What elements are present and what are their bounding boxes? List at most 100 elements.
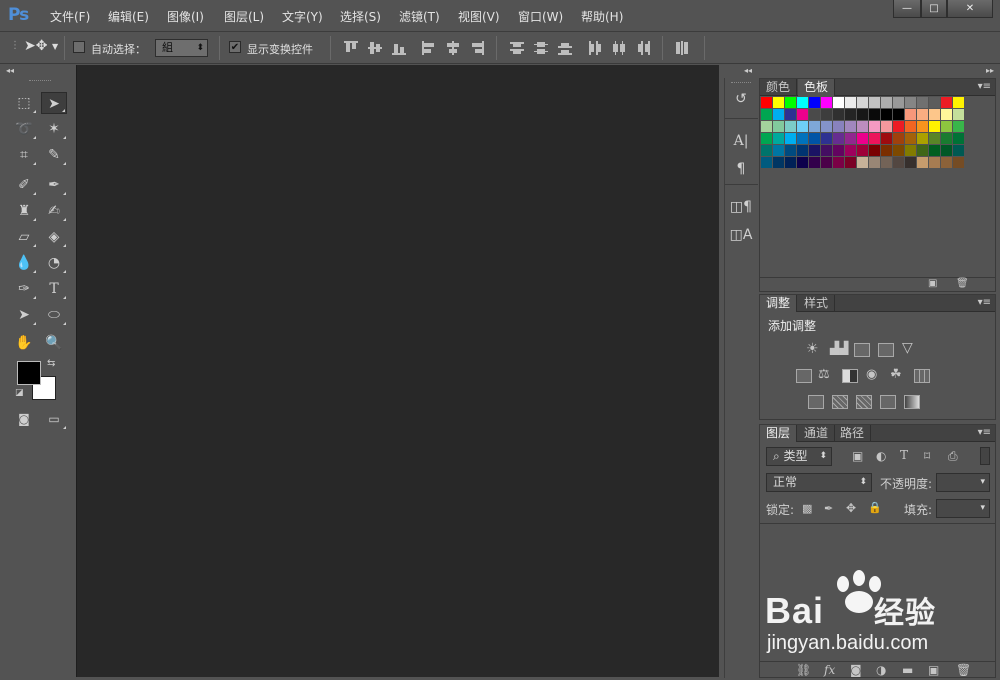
color-swatch[interactable] (833, 157, 844, 168)
auto-select-target-select[interactable]: 組 ⬍ (155, 39, 208, 57)
color-swatch[interactable] (857, 145, 868, 156)
screen-mode-icon[interactable]: ▭ (41, 408, 67, 430)
color-swatch[interactable] (929, 109, 940, 120)
auto-align-layers-icon[interactable] (675, 41, 689, 55)
color-swatch[interactable] (773, 109, 784, 120)
color-swatch[interactable] (797, 109, 808, 120)
color-swatch[interactable] (869, 109, 880, 120)
color-swatch[interactable] (809, 133, 820, 144)
link-icon[interactable]: ⛓ (796, 663, 811, 677)
color-swatch[interactable] (857, 97, 868, 108)
color-swatch[interactable] (773, 157, 784, 168)
brush-tool-icon[interactable]: ✒ (41, 174, 67, 196)
color-swatch[interactable] (929, 157, 940, 168)
color-swatch[interactable] (881, 133, 892, 144)
color-swatch[interactable] (941, 157, 952, 168)
color-swatch[interactable] (869, 121, 880, 132)
color-swatch[interactable] (881, 97, 892, 108)
color-swatch[interactable] (821, 97, 832, 108)
lock-image-icon[interactable]: ✒ (824, 502, 833, 515)
show-transform-checkbox[interactable]: ✔ (229, 41, 241, 53)
menu-type[interactable]: 文字(Y) (282, 8, 323, 25)
color-swatch[interactable] (881, 145, 892, 156)
default-colors-icon[interactable]: ◪ (15, 388, 24, 398)
pen-tool-icon[interactable]: ✑ (11, 278, 37, 300)
gradient-map-icon[interactable] (904, 395, 920, 409)
color-swatch[interactable] (953, 133, 964, 144)
close-button[interactable]: ✕ (947, 0, 993, 18)
maximize-button[interactable]: □ (921, 0, 947, 18)
color-swatch[interactable] (905, 157, 916, 168)
tab-paths[interactable]: 路径 (834, 425, 872, 442)
color-swatch[interactable] (845, 145, 856, 156)
curves-icon[interactable] (854, 343, 870, 357)
color-swatch[interactable] (857, 121, 868, 132)
color-swatch[interactable] (893, 133, 904, 144)
color-swatch[interactable] (845, 109, 856, 120)
color-swatch[interactable] (881, 121, 892, 132)
filter-smart-object-icon[interactable]: ⎙ (948, 449, 958, 464)
color-swatch[interactable] (845, 157, 856, 168)
align-top-edges-icon[interactable] (344, 41, 358, 55)
color-swatch[interactable] (953, 121, 964, 132)
eyedropper-tool-icon[interactable]: ✎ (41, 144, 67, 166)
dock-collapse-button[interactable]: ◂◂ (720, 65, 760, 77)
channel-mixer-icon[interactable]: ☘ (890, 367, 902, 382)
distribute-top-icon[interactable] (510, 41, 524, 55)
color-swatch[interactable] (917, 145, 928, 156)
quick-mask-icon[interactable]: ◙ (11, 408, 37, 430)
color-swatch[interactable] (953, 145, 964, 156)
character-icon[interactable]: A| (729, 130, 753, 152)
move-tool-preset-icon[interactable]: ➤✥ (24, 38, 47, 54)
align-right-edges-icon[interactable] (470, 41, 484, 55)
color-swatch[interactable] (761, 121, 772, 132)
color-swatch[interactable] (821, 133, 832, 144)
color-swatch[interactable] (761, 133, 772, 144)
color-swatch[interactable] (857, 109, 868, 120)
color-swatch[interactable] (833, 133, 844, 144)
color-swatch[interactable] (845, 97, 856, 108)
hue-saturation-icon[interactable] (796, 369, 812, 383)
color-swatch[interactable] (905, 97, 916, 108)
color-swatch[interactable] (917, 157, 928, 168)
distribute-bottom-icon[interactable] (558, 41, 572, 55)
color-swatch[interactable] (797, 97, 808, 108)
tab-styles[interactable]: 样式 (798, 295, 836, 312)
color-swatch[interactable] (761, 109, 772, 120)
filter-pixel-icon[interactable]: ▣ (852, 449, 863, 463)
color-swatch[interactable] (785, 109, 796, 120)
color-swatch[interactable] (773, 97, 784, 108)
color-swatch[interactable] (761, 145, 772, 156)
color-swatch[interactable] (833, 109, 844, 120)
color-swatch[interactable] (929, 145, 940, 156)
color-lookup-icon[interactable] (914, 369, 930, 383)
tab-swatches[interactable]: 色板 (798, 79, 836, 96)
adjustment-layer-icon[interactable]: ◑ (876, 663, 886, 677)
panel-menu-icon[interactable]: ▾≡ (978, 297, 991, 308)
filter-adjustment-icon[interactable]: ◐ (876, 449, 886, 463)
color-swatch[interactable] (941, 145, 952, 156)
zoom-tool-icon[interactable]: 🔍 (41, 332, 67, 354)
color-swatch[interactable] (869, 97, 880, 108)
color-swatch[interactable] (941, 97, 952, 108)
color-swatch[interactable] (941, 133, 952, 144)
chevron-down-icon[interactable]: ▼ (52, 42, 58, 51)
group-folder-icon[interactable]: ▬ (902, 663, 913, 677)
tab-layers[interactable]: 图层 (760, 425, 798, 442)
move-tool-icon[interactable]: ➤ (41, 92, 67, 114)
spot-healing-brush-tool-icon[interactable]: ✐ (11, 174, 37, 196)
color-swatch[interactable] (809, 145, 820, 156)
eraser-tool-icon[interactable]: ▱ (11, 226, 37, 248)
color-swatch[interactable] (785, 145, 796, 156)
color-swatch[interactable] (929, 133, 940, 144)
color-swatch[interactable] (953, 109, 964, 120)
color-swatch[interactable] (941, 109, 952, 120)
color-swatch[interactable] (953, 157, 964, 168)
fx-icon[interactable]: fx (824, 663, 835, 677)
color-swatch[interactable] (845, 121, 856, 132)
color-swatch[interactable] (821, 157, 832, 168)
menu-help[interactable]: 帮助(H) (581, 8, 623, 25)
filter-type-icon[interactable]: T (900, 448, 908, 462)
color-swatch[interactable] (797, 157, 808, 168)
menu-file[interactable]: 文件(F) (50, 8, 90, 25)
